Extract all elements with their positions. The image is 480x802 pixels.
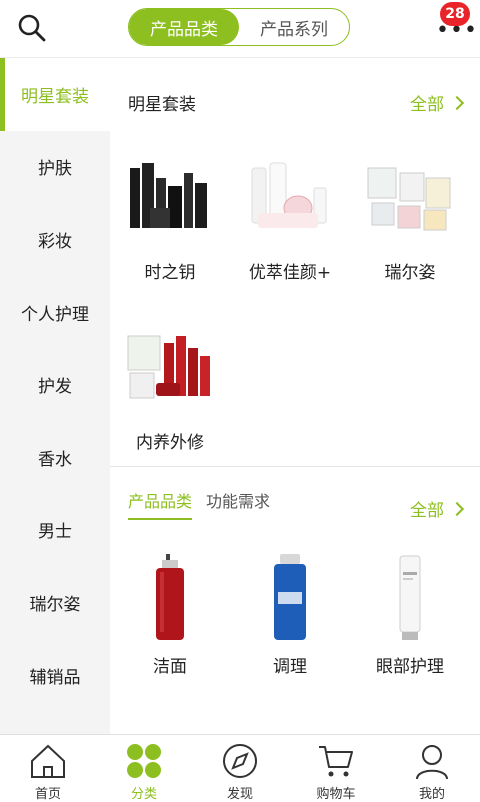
view-all-link[interactable]: 全部 [410,496,465,521]
category-item[interactable]: 洁面 [110,552,230,692]
chevron-right-icon [449,501,465,516]
nav-label: 发现 [226,787,253,802]
product-set-label: 优萃佳颜+ [248,263,332,283]
sidebar-item-label: 香水 [38,449,72,470]
nav-label: 首页 [34,787,61,802]
top-bar: 产品品类 产品系列 ••• 28 [0,0,480,58]
sidebar-item-label: 个人护理 [21,304,89,325]
nav-label: 分类 [130,787,157,802]
nav-label: 购物车 [316,787,356,802]
sidebar-item-skincare[interactable]: 护肤 [0,131,110,204]
discover-icon [223,744,257,778]
sidebar-item-label: 护肤 [38,159,72,180]
home-icon [31,744,65,778]
sidebar-item-label: 瑞尔姿 [29,594,81,615]
product-set-label: 内养外修 [136,433,204,453]
product-set-label: 瑞尔姿 [384,263,436,283]
sidebar-item-men[interactable]: 男士 [0,494,110,567]
product-set-label: 时之钥 [144,263,196,283]
sidebar-item-accessories[interactable]: 辅销品 [0,639,110,712]
view-all-link[interactable]: 全部 [410,90,465,115]
bottom-navigation: 首页 分类 发现 购物车 我的 [0,734,480,802]
notification-badge: 28 [440,2,470,26]
profile-icon [416,745,448,780]
category-icon [127,744,161,778]
nav-category[interactable]: 分类 [96,735,192,802]
segmented-control: 产品品类 产品系列 [128,8,350,46]
nav-cart[interactable]: 购物车 [288,735,384,802]
product-set-item[interactable]: 时之钥 [110,158,230,298]
nav-home[interactable]: 首页 [0,735,96,802]
section-divider [110,466,480,467]
product-set-image [127,335,210,399]
nav-label: 我的 [418,787,445,802]
section-title: 明星套装 [128,95,196,115]
view-all-label: 全部 [410,501,444,521]
sidebar-item-label: 辅销品 [29,667,81,688]
tab-product-series[interactable]: 产品系列 [239,9,349,45]
sidebar-item-label: 护发 [38,377,72,398]
sidebar-item-makeup[interactable]: 彩妆 [0,203,110,276]
product-set-item[interactable]: 优萃佳颜+ [230,158,350,298]
sidebar-item-personal-care[interactable]: 个人护理 [0,276,110,349]
category-sidebar: 明星套装 护肤 彩妆 个人护理 护发 香水 男士 瑞尔姿 辅销品 [0,58,110,734]
product-set-image [130,163,207,228]
sidebar-item-ruierzi[interactable]: 瑞尔姿 [0,566,110,639]
category-image [399,555,421,640]
sidebar-item-label: 明星套装 [21,86,89,107]
category-label: 眼部护理 [376,657,444,677]
nav-profile[interactable]: 我的 [384,735,480,802]
category-item[interactable]: 眼部护理 [350,552,470,692]
chevron-right-icon [449,95,465,110]
product-set-image [251,162,327,228]
star-section-header: 明星套装 全部 [110,78,480,118]
product-set-item[interactable]: 内养外修 [110,328,230,468]
category-image [274,554,306,640]
product-set-image [367,167,451,231]
more-button[interactable]: ••• 28 [432,2,477,46]
sidebar-item-star-sets[interactable]: 明星套装 [0,58,110,131]
category-section-header: 全部 [110,484,480,524]
category-image [156,554,184,640]
more-dots-icon: ••• [436,18,478,43]
tab-product-category[interactable]: 产品品类 [129,9,239,45]
search-icon[interactable] [16,12,48,44]
sidebar-item-perfume[interactable]: 香水 [0,421,110,494]
main-content: 明星套装 全部 时之钥 优萃佳颜+ 瑞尔姿 内养外修 产品品类 功能需求 全部 … [110,58,480,734]
cart-icon [319,746,353,777]
sidebar-item-haircare[interactable]: 护发 [0,348,110,421]
view-all-label: 全部 [410,95,444,115]
sidebar-item-label: 男士 [38,522,72,543]
nav-discover[interactable]: 发现 [192,735,288,802]
sidebar-item-label: 彩妆 [38,231,72,252]
category-label: 调理 [273,657,307,677]
product-set-item[interactable]: 瑞尔姿 [350,158,470,298]
category-label: 洁面 [153,657,187,677]
category-item[interactable]: 调理 [230,552,350,692]
